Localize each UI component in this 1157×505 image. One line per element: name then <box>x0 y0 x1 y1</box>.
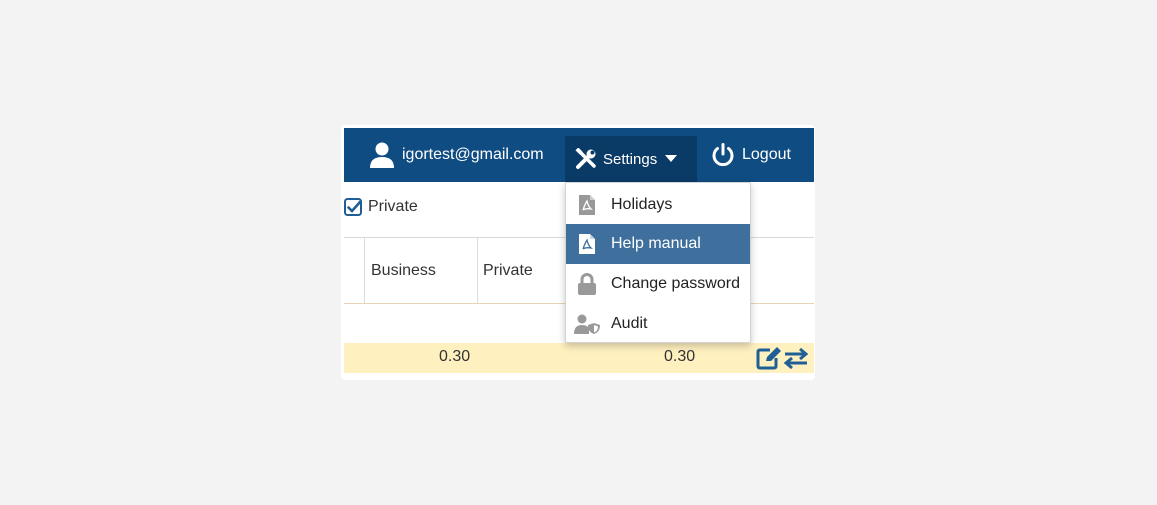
settings-label: Settings <box>603 150 658 168</box>
swap-icon[interactable] <box>783 346 809 375</box>
top-navbar: igortest@gmail.com Settings Logout <box>344 128 814 182</box>
menu-item-label: Audit <box>611 315 648 332</box>
private-filter: Private <box>344 198 418 216</box>
user-email: igortest@gmail.com <box>402 146 544 163</box>
settings-dropdown-menu: Holidays Help manual Change password Aud… <box>565 182 751 343</box>
column-divider <box>477 238 478 303</box>
edit-icon[interactable] <box>756 346 782 375</box>
private-value: 0.30 <box>664 348 696 365</box>
user-menu[interactable]: igortest@gmail.com <box>370 128 544 182</box>
column-header-business[interactable]: Business <box>371 262 436 280</box>
table-row[interactable]: 0.30 0.30 <box>344 343 814 373</box>
user-icon <box>370 142 394 168</box>
menu-item-holidays[interactable]: Holidays <box>566 185 750 225</box>
tools-icon <box>575 148 597 170</box>
pdf-file-icon <box>574 195 600 215</box>
column-divider <box>364 238 365 303</box>
logout-label: Logout <box>742 146 791 163</box>
menu-item-label: Change password <box>611 275 740 292</box>
private-checkbox[interactable] <box>344 198 368 216</box>
business-value: 0.30 <box>439 348 471 365</box>
private-checkbox-label[interactable]: Private <box>368 198 418 216</box>
menu-item-change-password[interactable]: Change password <box>566 264 750 304</box>
power-icon <box>710 142 736 168</box>
lock-icon <box>574 273 600 295</box>
pdf-file-icon <box>574 234 600 254</box>
menu-item-help-manual[interactable]: Help manual <box>566 224 750 264</box>
menu-item-label: Holidays <box>611 196 673 213</box>
user-shield-icon <box>574 314 600 334</box>
logout-button[interactable]: Logout <box>710 128 791 182</box>
column-header-private[interactable]: Private <box>483 262 533 280</box>
menu-item-label: Help manual <box>611 235 701 252</box>
menu-item-audit[interactable]: Audit <box>566 304 750 342</box>
chevron-down-icon <box>665 155 678 163</box>
settings-menu-button[interactable]: Settings <box>565 136 697 182</box>
